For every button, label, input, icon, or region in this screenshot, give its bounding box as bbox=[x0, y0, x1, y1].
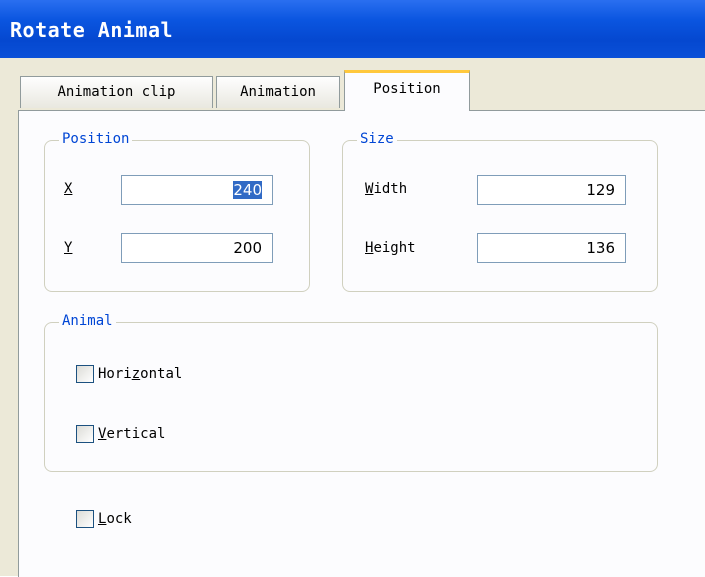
horizontal-checkbox[interactable]: Horizontal bbox=[76, 365, 182, 383]
vertical-checkbox-box[interactable] bbox=[76, 425, 94, 443]
window-titlebar: Rotate Animal bbox=[0, 0, 705, 58]
tab-animation-clip[interactable]: Animation clip bbox=[20, 76, 213, 108]
position-group: Position bbox=[44, 131, 310, 292]
animal-group-legend: Animal bbox=[59, 313, 116, 329]
width-label-rest: idth bbox=[373, 181, 408, 197]
width-label: Width bbox=[365, 181, 407, 197]
lock-checkbox[interactable]: Lock bbox=[76, 510, 132, 528]
horizontal-checkbox-box[interactable] bbox=[76, 365, 94, 383]
y-field[interactable]: 200 bbox=[121, 233, 273, 263]
x-value: 240 bbox=[233, 181, 262, 199]
size-group: Size bbox=[342, 131, 658, 292]
height-label: Height bbox=[365, 240, 416, 256]
tab-strip: Animation clip Animation Position bbox=[0, 58, 705, 112]
tab-position[interactable]: Position bbox=[344, 70, 470, 111]
height-label-rest: eight bbox=[373, 240, 416, 256]
window-title: Rotate Animal bbox=[10, 18, 174, 42]
x-label: X bbox=[64, 181, 73, 197]
size-group-legend: Size bbox=[357, 131, 397, 147]
vertical-checkbox-label: Vertical bbox=[98, 426, 166, 442]
vertical-checkbox[interactable]: Vertical bbox=[76, 425, 165, 443]
x-field[interactable]: 240 bbox=[121, 175, 273, 205]
animal-group: Animal bbox=[44, 313, 658, 472]
lock-checkbox-box[interactable] bbox=[76, 510, 94, 528]
tab-animation[interactable]: Animation bbox=[216, 76, 340, 108]
y-label: Y bbox=[64, 240, 73, 256]
horizontal-checkbox-label: Horizontal bbox=[98, 366, 183, 382]
width-field[interactable]: 129 bbox=[477, 175, 626, 205]
position-group-legend: Position bbox=[59, 131, 133, 147]
lock-checkbox-label: Lock bbox=[98, 511, 132, 527]
height-field[interactable]: 136 bbox=[477, 233, 626, 263]
